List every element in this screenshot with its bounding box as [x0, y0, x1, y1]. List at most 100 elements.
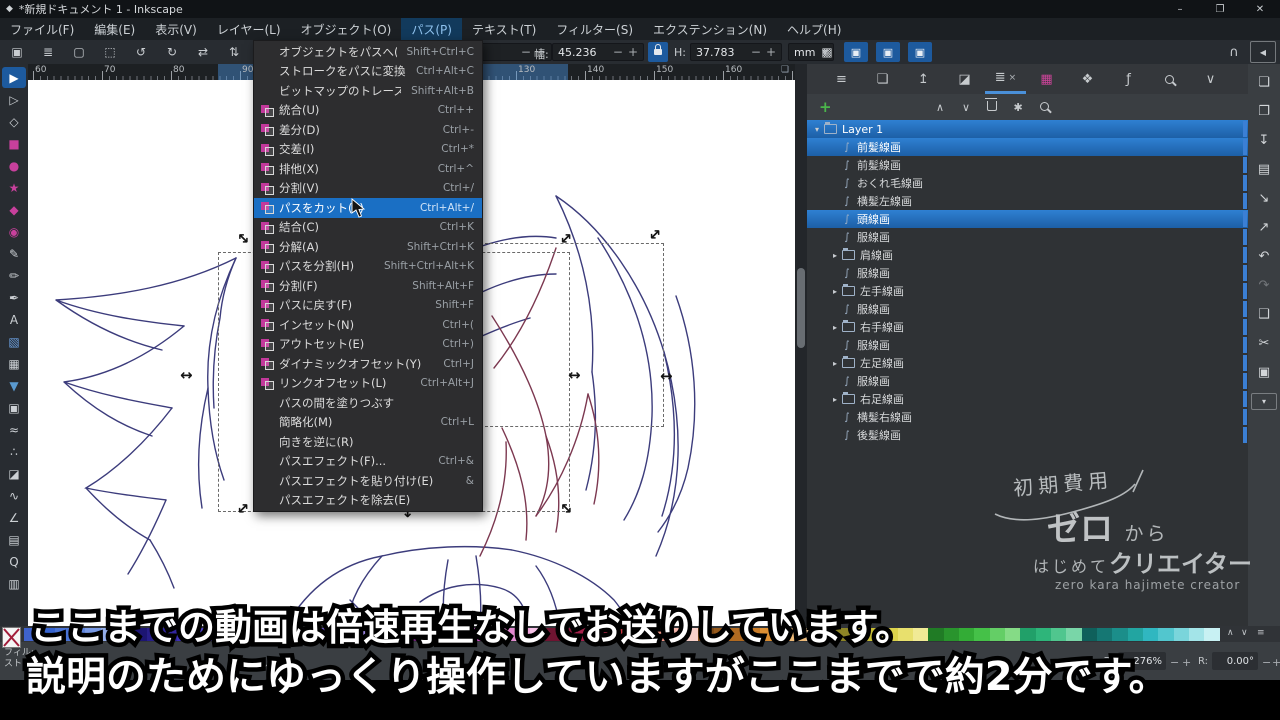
color-swatch[interactable]	[1020, 628, 1036, 641]
minimize-button[interactable]: –	[1166, 0, 1194, 18]
layer-highlight-chip[interactable]	[1243, 229, 1247, 245]
color-swatch[interactable]	[1173, 628, 1189, 641]
color-swatch[interactable]	[959, 628, 975, 641]
print-button[interactable]: ▤	[1252, 158, 1276, 180]
export-tab[interactable]: ↥	[903, 64, 944, 94]
selection-handle[interactable]: ↔	[660, 369, 673, 384]
color-swatch[interactable]	[1050, 628, 1067, 641]
menubar-item-H[interactable]: ヘルプ(H)	[777, 18, 851, 40]
width-spinner[interactable]: 45.236 − +	[552, 43, 644, 61]
y-decrement[interactable]: −	[521, 45, 531, 59]
import-button[interactable]: ↘	[1252, 187, 1276, 209]
layer-highlight-chip[interactable]	[1243, 247, 1247, 263]
layer-row[interactable]: ∫ 服線画	[807, 228, 1248, 246]
spiral-tool[interactable]: ◉	[2, 221, 26, 242]
node-tool[interactable]: ▷	[2, 89, 26, 110]
expander-open-icon[interactable]: ▾	[811, 125, 823, 134]
width-decrement[interactable]: −	[613, 45, 623, 59]
menubar-item-P[interactable]: パス(P)	[401, 18, 462, 40]
mesh-gradient-tool[interactable]: ▦	[2, 353, 26, 374]
move-up-button[interactable]: ∧	[927, 101, 953, 114]
deselect-icon[interactable]: ▢	[68, 42, 90, 62]
align-distribute-tab[interactable]: ≡	[821, 64, 862, 94]
scale-stroke-toggle[interactable]: ▣	[844, 42, 868, 62]
menubar-item-S[interactable]: フィルター(S)	[546, 18, 643, 40]
spray-tool[interactable]: ∴	[2, 441, 26, 462]
layer-row[interactable]: ▾ Layer 1	[807, 120, 1248, 138]
star-tool[interactable]: ★	[2, 177, 26, 198]
restore-button[interactable]: ❐	[1206, 0, 1234, 18]
color-swatch[interactable]	[928, 628, 944, 641]
layer-highlight-chip[interactable]	[1243, 427, 1247, 443]
color-swatch[interactable]	[1096, 628, 1113, 641]
color-swatch[interactable]	[943, 628, 960, 641]
layer-settings-button[interactable]: ✱	[1005, 101, 1031, 114]
layer-row[interactable]: ▸ 左手線画	[807, 282, 1248, 300]
delete-layer-button[interactable]	[979, 97, 1005, 114]
zoom-increment[interactable]: +	[1182, 656, 1191, 669]
menubar-item-F[interactable]: ファイル(F)	[0, 18, 84, 40]
layer-highlight-chip[interactable]	[1243, 211, 1247, 227]
layer-highlight-chip[interactable]	[1243, 175, 1247, 191]
zoom-decrement[interactable]: −	[1170, 656, 1179, 669]
path-menu-item[interactable]: パスエフェクト(F)... Ctrl+&	[254, 452, 482, 472]
color-swatch[interactable]	[913, 628, 929, 641]
layer-highlight-chip[interactable]	[1243, 409, 1247, 425]
pencil-tool[interactable]: ✎	[2, 243, 26, 264]
layer-row[interactable]: ∫ 服線画	[807, 336, 1248, 354]
ellipse-tool[interactable]: ●	[2, 155, 26, 176]
layer-row[interactable]: ∫ おくれ毛線画	[807, 174, 1248, 192]
path-menu-item[interactable]: 結合(C) Ctrl+K	[254, 218, 482, 238]
palette-menu-icon[interactable]: ≡	[1257, 628, 1265, 638]
transform-tab[interactable]: ƒ	[1108, 64, 1149, 94]
rotate-ccw-icon[interactable]: ↺	[130, 42, 152, 62]
new-document-button[interactable]: ❏	[1252, 71, 1276, 93]
path-menu-item[interactable]: 簡略化(M) Ctrl+L	[254, 413, 482, 433]
path-menu-item[interactable]: 分割(V) Ctrl+/	[254, 179, 482, 199]
layer-row[interactable]: ∫ 前髪線画	[807, 156, 1248, 174]
expander-closed-icon[interactable]: ▸	[829, 323, 841, 332]
export-button[interactable]: ↗	[1252, 216, 1276, 238]
path-menu-item[interactable]: 統合(U) Ctrl++	[254, 101, 482, 121]
more-tabs[interactable]: ∨	[1190, 64, 1231, 94]
layer-highlight-chip[interactable]	[1243, 391, 1247, 407]
path-menu-item[interactable]: ビットマップのトレース(T)... Shift+Alt+B	[254, 81, 482, 101]
expander-closed-icon[interactable]: ▸	[829, 359, 841, 368]
path-menu-item[interactable]: 差分(D) Ctrl+-	[254, 120, 482, 140]
paste-button[interactable]: ▣	[1252, 361, 1276, 383]
menubar-item-E[interactable]: 編集(E)	[84, 18, 145, 40]
layer-row[interactable]: ∫ 服線画	[807, 264, 1248, 282]
eraser-tool[interactable]: ◪	[2, 463, 26, 484]
path-menu-item[interactable]: リンクオフセット(L) Ctrl+Alt+J	[254, 374, 482, 394]
box-3d-tool[interactable]: ◆	[2, 199, 26, 220]
expander-closed-icon[interactable]: ▸	[829, 251, 841, 260]
rectangle-tool[interactable]: ■	[2, 133, 26, 154]
menubar-item-L[interactable]: レイヤー(L)	[207, 18, 291, 40]
layer-row[interactable]: ∫ 前髪線画	[807, 138, 1248, 156]
path-menu-item[interactable]: アウトセット(E) Ctrl+)	[254, 335, 482, 355]
rotation-field[interactable]: 0.00°	[1212, 652, 1258, 670]
palette-scroll-down[interactable]: ∨	[1241, 628, 1248, 638]
layer-highlight-chip[interactable]	[1243, 265, 1247, 281]
menubar-item-O[interactable]: オブジェクト(O)	[291, 18, 402, 40]
height-increment[interactable]: +	[766, 45, 776, 59]
find-tab[interactable]	[1149, 64, 1190, 94]
calligraphy-tool[interactable]: ✒	[2, 287, 26, 308]
path-menu-item[interactable]: ストロークをパスに変換(S) Ctrl+Alt+C	[254, 62, 482, 82]
scale-corners-toggle[interactable]: ▣	[876, 42, 900, 62]
path-menu-item[interactable]: パスの間を塗りつぶす	[254, 393, 482, 413]
undo-button[interactable]: ↶	[1252, 245, 1276, 267]
layer-row[interactable]: ∫ 後髪線画	[807, 426, 1248, 444]
layer-row[interactable]: ∫ 頭線画	[807, 210, 1248, 228]
selection-handle[interactable]: ↔	[180, 368, 193, 383]
path-menu-item[interactable]: パスエフェクトを除去(E)	[254, 491, 482, 511]
layer-highlight-chip[interactable]	[1243, 337, 1247, 353]
scrollbar-thumb[interactable]	[797, 268, 805, 348]
width-increment[interactable]: +	[628, 45, 638, 59]
close-tab-icon[interactable]: ×	[1009, 73, 1017, 83]
color-swatch[interactable]	[1112, 628, 1128, 641]
move-down-button[interactable]: ∨	[953, 101, 979, 114]
color-swatch[interactable]	[1081, 628, 1097, 641]
menubar-item-N[interactable]: エクステンション(N)	[643, 18, 777, 40]
color-swatch[interactable]	[989, 628, 1005, 641]
